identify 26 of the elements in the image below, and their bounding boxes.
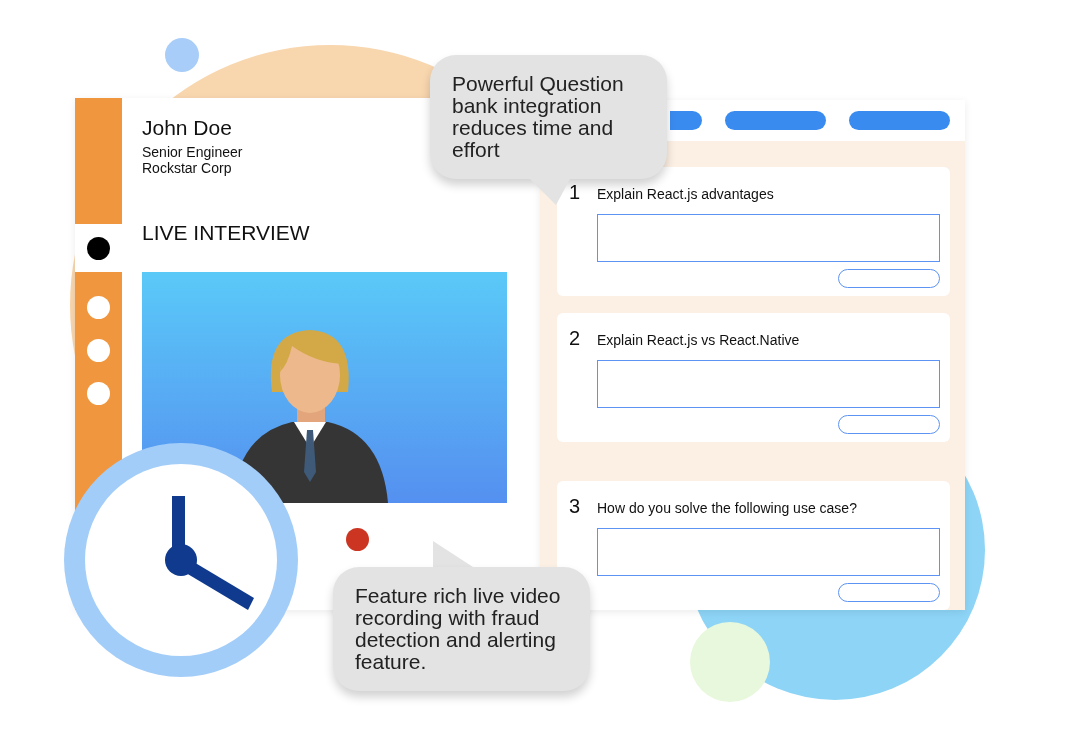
tab[interactable] [670,111,702,130]
question-text: Explain React.js vs React.Native [597,332,800,348]
candidate-company: Rockstar Corp [142,160,232,176]
sidebar-dot[interactable] [87,382,110,405]
submit-button[interactable] [838,583,940,602]
candidate-name: John Doe [142,116,232,140]
sidebar-dot[interactable] [87,339,110,362]
sidebar-dot[interactable] [87,296,110,319]
callout-text: Powerful Question bank integration reduces time and effort [452,73,625,161]
decor-circle [165,38,199,72]
sidebar-dot[interactable] [87,236,110,260]
answer-field[interactable] [597,528,940,576]
tab[interactable] [849,111,950,130]
submit-button[interactable] [838,415,940,434]
section-title: LIVE INTERVIEW [142,221,310,245]
answer-field[interactable] [597,214,940,262]
question-text: How do you solve the following use case? [597,500,857,516]
question-text: Explain React.js advantages [597,186,774,202]
question-number: 1 [569,181,582,204]
candidate-title: Senior Engineer [142,144,243,160]
question-number: 2 [569,327,582,350]
answer-field[interactable] [597,360,940,408]
tab[interactable] [725,111,826,130]
question-number: 3 [569,495,582,518]
callout-text: Feature rich live video recording with fraud detection and alerting feature. [355,585,562,673]
submit-button[interactable] [838,269,940,288]
